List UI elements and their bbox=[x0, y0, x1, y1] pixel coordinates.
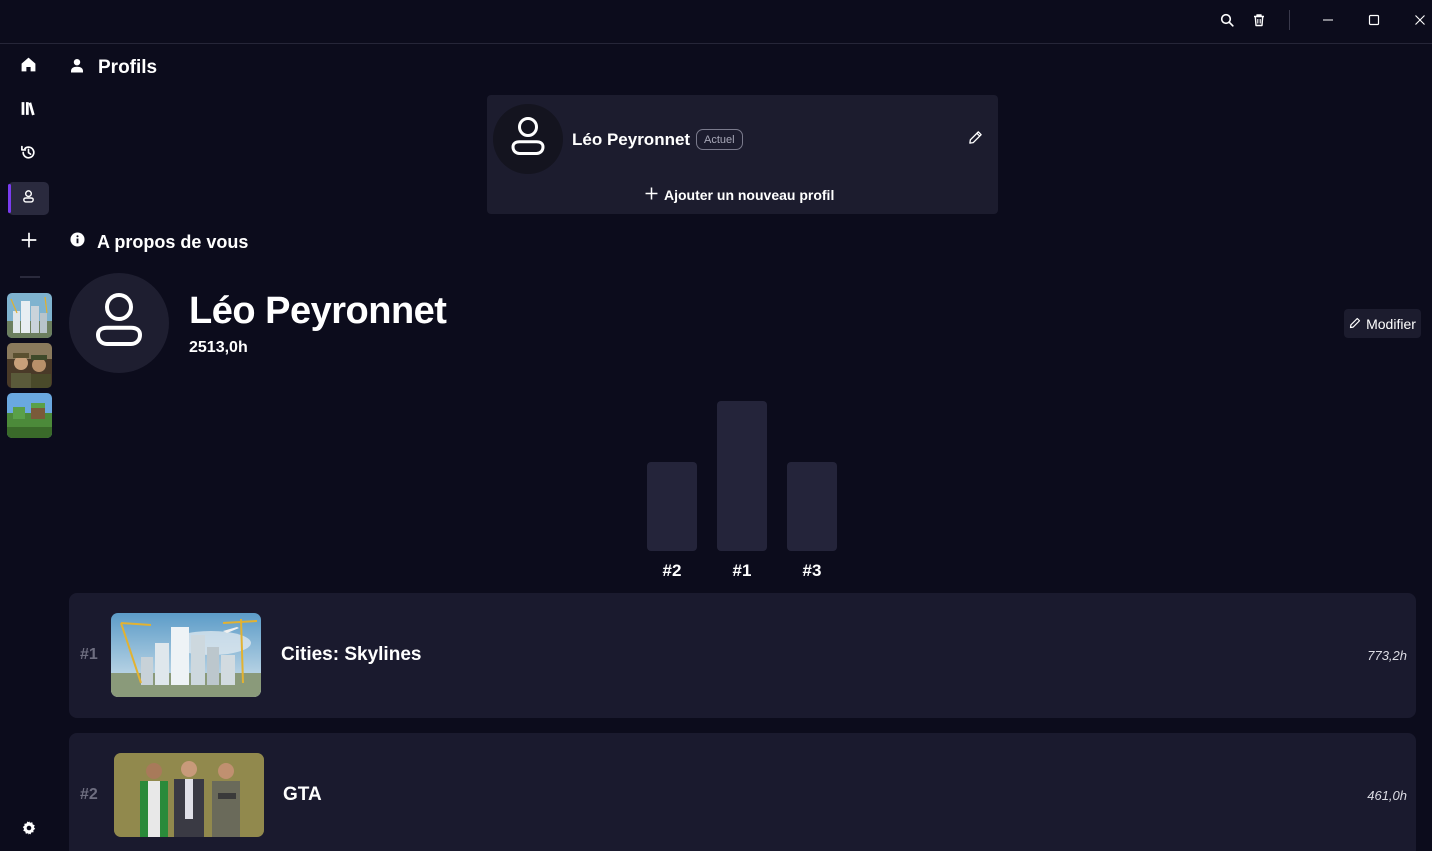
sidebar-item-profiles[interactable] bbox=[8, 182, 49, 215]
sidebar-game-strategy[interactable] bbox=[7, 343, 52, 388]
title-bar bbox=[0, 0, 1432, 44]
sidebar-item-history[interactable] bbox=[8, 138, 49, 171]
game-playtime: 461,0h bbox=[1367, 788, 1407, 803]
user-avatar bbox=[69, 273, 169, 373]
sidebar-divider bbox=[20, 276, 40, 278]
about-title: A propos de vous bbox=[97, 231, 249, 252]
pencil-icon bbox=[1349, 316, 1361, 332]
game-title: GTA bbox=[283, 784, 322, 805]
podium-bar-2 bbox=[647, 462, 697, 551]
game-title: Cities: Skylines bbox=[281, 644, 422, 665]
podium-bar-3 bbox=[787, 462, 837, 551]
avatar-user-icon bbox=[510, 115, 546, 164]
current-badge: Actuel bbox=[696, 129, 743, 150]
game-cover-cities-skylines bbox=[111, 613, 261, 697]
sidebar-game-cities-skylines[interactable] bbox=[7, 293, 52, 338]
ranking-row[interactable]: #2 GTA 461,0h bbox=[69, 733, 1416, 851]
sidebar bbox=[0, 45, 60, 851]
user-name: Léo Peyronnet bbox=[189, 290, 447, 332]
podium-label-2: #2 bbox=[662, 561, 682, 580]
pencil-icon bbox=[968, 130, 983, 150]
add-profile-label: Ajouter un nouveau profil bbox=[664, 187, 835, 203]
sidebar-item-settings[interactable] bbox=[8, 814, 49, 847]
game-cover-gta bbox=[114, 753, 264, 837]
total-playtime: 2513,0h bbox=[189, 339, 248, 356]
library-icon bbox=[20, 100, 37, 122]
modify-label: Modifier bbox=[1366, 315, 1416, 332]
close-icon[interactable] bbox=[1408, 8, 1432, 32]
page-title: Profils bbox=[98, 57, 158, 78]
modify-button[interactable]: Modifier bbox=[1344, 309, 1421, 338]
info-icon bbox=[70, 232, 85, 252]
sidebar-item-library[interactable] bbox=[8, 94, 49, 127]
edit-profile-button[interactable] bbox=[965, 130, 985, 150]
avatar-user-icon bbox=[94, 291, 144, 356]
podium-label-3: #3 bbox=[802, 561, 822, 580]
sidebar-game-sandbox[interactable] bbox=[7, 393, 52, 438]
add-icon bbox=[20, 231, 38, 254]
rank-number: #2 bbox=[80, 786, 98, 803]
profiles-card: Léo Peyronnet Actuel Ajouter un nouveau … bbox=[487, 95, 998, 214]
sidebar-item-add[interactable] bbox=[8, 226, 49, 259]
rank-number: #1 bbox=[80, 646, 98, 663]
trash-icon[interactable] bbox=[1247, 8, 1271, 32]
plus-icon bbox=[645, 187, 658, 203]
game-playtime: 773,2h bbox=[1367, 648, 1407, 663]
profile-icon bbox=[21, 189, 36, 209]
titlebar-separator bbox=[1289, 10, 1290, 30]
home-icon bbox=[20, 56, 37, 78]
history-icon bbox=[20, 144, 37, 166]
user-icon bbox=[70, 58, 84, 79]
podium-label-1: #1 bbox=[732, 561, 752, 580]
profile-avatar[interactable] bbox=[493, 104, 563, 174]
podium-bar-1 bbox=[717, 401, 767, 551]
current-profile-name[interactable]: Léo Peyronnet bbox=[572, 130, 690, 150]
add-profile-button[interactable]: Ajouter un nouveau profil bbox=[645, 185, 834, 205]
search-icon[interactable] bbox=[1215, 8, 1239, 32]
maximize-icon[interactable] bbox=[1362, 8, 1386, 32]
ranking-row[interactable]: #1 Cities: Skylines 773,2h bbox=[69, 593, 1416, 718]
about-header: A propos de vous bbox=[70, 231, 248, 253]
page-header: Profils bbox=[70, 56, 157, 80]
sidebar-item-home[interactable] bbox=[8, 50, 49, 83]
minimize-icon[interactable] bbox=[1316, 8, 1340, 32]
gear-icon bbox=[21, 820, 37, 841]
